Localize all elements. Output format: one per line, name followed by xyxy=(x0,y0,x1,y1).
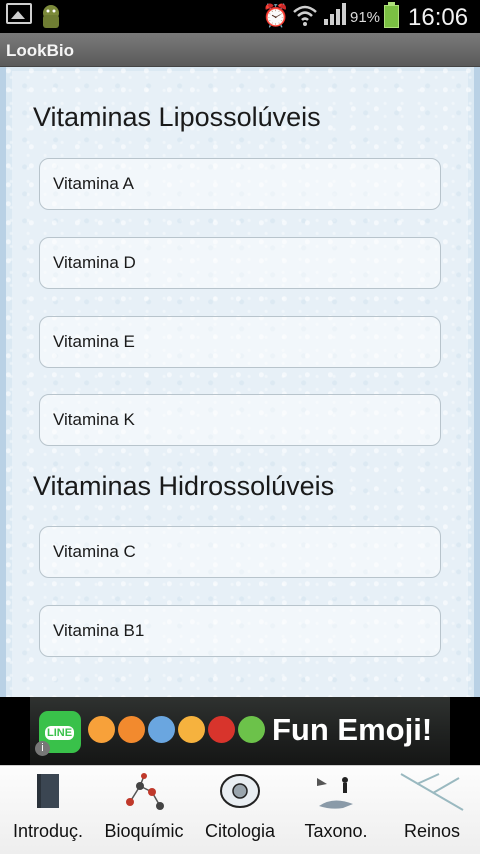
ad-text: Fun Emoji! xyxy=(272,712,433,747)
alarm-icon: ⏰ xyxy=(262,3,290,28)
emoji-alien-icon xyxy=(238,716,265,743)
emoji-scared-icon xyxy=(148,716,175,743)
tab-introducao-label: Introduç. xyxy=(12,821,84,841)
image-icon xyxy=(6,3,32,24)
tab-reinos-label: Reinos xyxy=(403,821,461,841)
tab-citologia-label: Citologia xyxy=(204,821,276,841)
vitamin-d-button[interactable]: Vitamina D xyxy=(39,237,441,289)
clock: 16:06 xyxy=(408,4,469,31)
signal-icon xyxy=(324,3,346,25)
action-bar: LookBio xyxy=(0,33,480,67)
tab-citologia[interactable]: Citologia xyxy=(192,766,288,854)
android-icon xyxy=(43,5,59,28)
tab-bioquimica-label: Bioquímic xyxy=(104,821,184,841)
app-title: LookBio xyxy=(6,41,74,60)
vitamin-b1-button[interactable]: Vitamina B1 xyxy=(39,605,441,657)
emoji-smile-icon xyxy=(88,716,115,743)
battery-icon xyxy=(384,2,399,28)
cell-icon xyxy=(220,774,260,808)
ad-info-icon[interactable]: i xyxy=(35,741,50,756)
status-bar: ⏰ 91% 16:06 xyxy=(0,0,480,33)
tab-taxonomia-label: Taxono. xyxy=(304,821,368,841)
molecule-icon xyxy=(126,773,164,810)
battery-percent: 91% xyxy=(350,9,381,26)
vitamin-c-button[interactable]: Vitamina C xyxy=(39,526,441,578)
emoji-devil-icon xyxy=(208,716,235,743)
vitamin-a-button[interactable]: Vitamina A xyxy=(39,158,441,210)
line-logo-text: LINE xyxy=(45,726,75,740)
vitamin-e-button[interactable]: Vitamina E xyxy=(39,316,441,368)
wifi-icon xyxy=(293,5,317,26)
book-icon xyxy=(37,774,59,808)
tab-reinos[interactable]: Reinos xyxy=(384,766,480,854)
tab-taxonomia[interactable]: Taxono. xyxy=(288,766,384,854)
emoji-kiss-icon xyxy=(118,716,145,743)
tree-icon xyxy=(400,773,464,811)
section-title-hydrosoluble: Vitaminas Hidrossolúveis xyxy=(33,471,335,501)
vitamin-k-button[interactable]: Vitamina K xyxy=(39,394,441,446)
tab-introducao[interactable]: Introduç. xyxy=(0,766,96,854)
emoji-grin-icon xyxy=(178,716,205,743)
bottom-tab-bar: Introduç. Bioquímic Citologia Taxono. Re… xyxy=(0,765,480,854)
tab-bioquimica[interactable]: Bioquímic xyxy=(96,766,192,854)
taxonomy-icon xyxy=(317,777,353,809)
section-title-liposoluble: Vitaminas Lipossolúveis xyxy=(33,102,321,132)
